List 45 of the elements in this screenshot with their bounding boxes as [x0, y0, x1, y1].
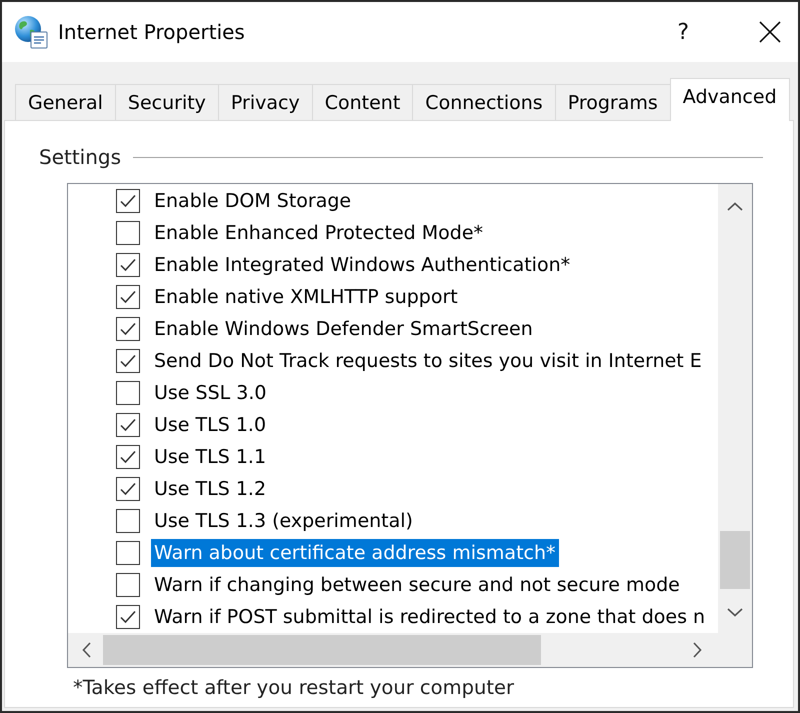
scrollbar-thumb[interactable] [103, 635, 541, 665]
checkbox[interactable] [116, 253, 140, 277]
chevron-down-icon[interactable] [727, 608, 743, 617]
window-title: Internet Properties [58, 20, 245, 44]
option-label[interactable]: Warn about certificate address mismatch* [151, 539, 559, 567]
checkbox[interactable] [116, 381, 140, 405]
horizontal-scrollbar[interactable] [68, 633, 718, 667]
option-label[interactable]: Enable Enhanced Protected Mode* [151, 219, 486, 247]
chevron-right-icon[interactable] [693, 642, 702, 658]
chevron-up-icon[interactable] [727, 202, 743, 211]
help-button[interactable]: ? [673, 20, 693, 44]
option-label[interactable]: Enable Integrated Windows Authentication* [151, 251, 574, 279]
option-label[interactable]: Use TLS 1.2 [151, 475, 270, 503]
option-label[interactable]: Use TLS 1.0 [151, 411, 270, 439]
vertical-scrollbar[interactable] [718, 184, 752, 633]
globe-icon [14, 15, 48, 49]
checkbox[interactable] [116, 477, 140, 501]
option-label[interactable]: Use TLS 1.3 (experimental) [151, 507, 416, 535]
checkbox[interactable] [116, 317, 140, 341]
tab[interactable]: Advanced [670, 78, 790, 121]
option-label[interactable]: Warn if changing between secure and not secure mode [151, 571, 683, 599]
chevron-left-icon[interactable] [82, 642, 91, 658]
settings-list[interactable] [67, 183, 753, 668]
option-label[interactable]: Enable Windows Defender SmartScreen [151, 315, 536, 343]
checkbox[interactable] [116, 541, 140, 565]
option-label[interactable]: Enable native XMLHTTP support [151, 283, 461, 311]
scrollbar-thumb[interactable] [720, 531, 750, 589]
checkbox[interactable] [116, 285, 140, 309]
checkbox[interactable] [116, 605, 140, 629]
footnote-text: *Takes effect after you restart your computer [73, 676, 514, 699]
option-label[interactable]: Enable DOM Storage [151, 187, 354, 215]
checkbox[interactable] [116, 413, 140, 437]
option-label[interactable]: Use SSL 3.0 [151, 379, 270, 407]
tab[interactable]: General [15, 84, 116, 120]
close-icon[interactable] [759, 21, 781, 43]
checkbox[interactable] [116, 445, 140, 469]
checkbox[interactable] [116, 509, 140, 533]
checkbox[interactable] [116, 573, 140, 597]
checkbox[interactable] [116, 221, 140, 245]
option-label[interactable]: Warn if POST submittal is redirected to a zone that does n [151, 603, 708, 631]
option-label[interactable]: Use TLS 1.1 [151, 443, 270, 471]
group-label: Settings [39, 145, 122, 169]
option-label[interactable]: Send Do Not Track requests to sites you visit in Internet E [151, 347, 705, 375]
checkbox[interactable] [116, 349, 140, 373]
checkbox[interactable] [116, 189, 140, 213]
